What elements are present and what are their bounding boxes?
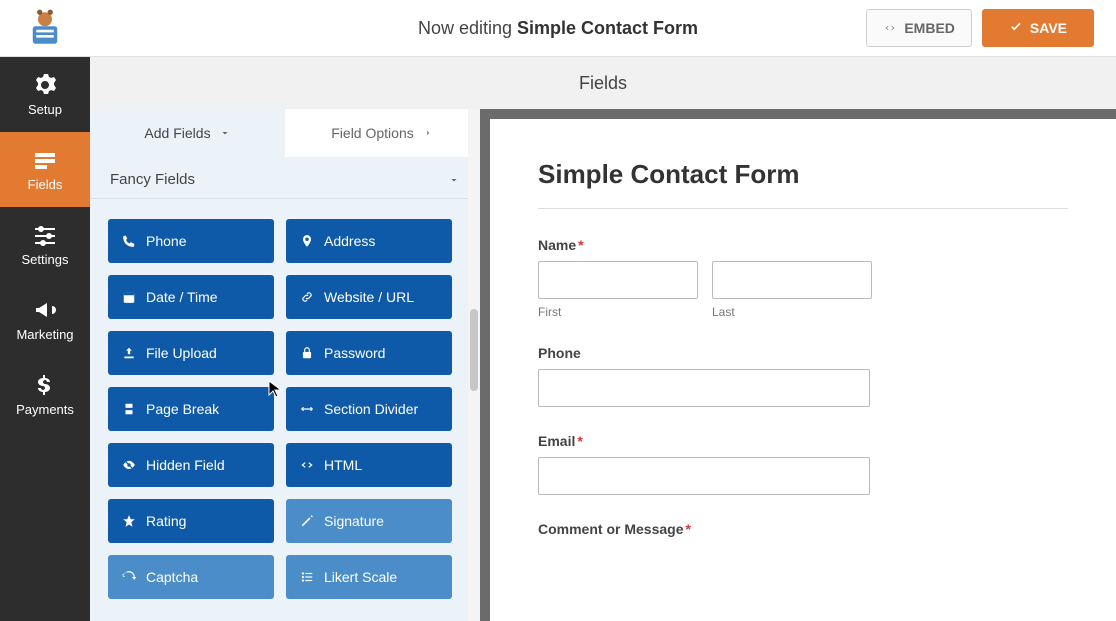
accordion-fancy-fields[interactable]: Fancy Fields: [90, 157, 480, 199]
bullhorn-icon: [33, 298, 57, 322]
field-section-divider[interactable]: Section Divider: [286, 387, 452, 431]
field-panel: Add Fields Field Options Fancy Fields Ph…: [90, 109, 480, 621]
upload-icon: [122, 346, 136, 360]
phone-input[interactable]: [538, 369, 870, 407]
nav-payments[interactable]: Payments: [0, 357, 90, 432]
dollar-icon: [33, 373, 57, 397]
form-title: Simple Contact Form: [538, 159, 1068, 190]
field-captcha[interactable]: Captcha: [108, 555, 274, 599]
phone-icon: [122, 234, 136, 248]
field-file-upload[interactable]: File Upload: [108, 331, 274, 375]
nav-label: Payments: [16, 402, 74, 417]
sliders-icon: [33, 223, 57, 247]
embed-button[interactable]: EMBED: [866, 9, 972, 47]
field-password[interactable]: Password: [286, 331, 452, 375]
field-likert-scale[interactable]: Likert Scale: [286, 555, 452, 599]
first-name-input[interactable]: [538, 261, 698, 299]
wpforms-logo-icon: [24, 7, 66, 49]
check-icon: [1009, 21, 1023, 35]
nav-label: Settings: [22, 252, 69, 267]
nav-setup[interactable]: Setup: [0, 57, 90, 132]
calendar-icon: [122, 290, 136, 304]
page-break-icon: [122, 402, 136, 416]
field-website-url[interactable]: Website / URL: [286, 275, 452, 319]
form-icon: [33, 148, 57, 172]
chevron-down-icon: [448, 174, 460, 186]
comment-label: Comment or Message*: [538, 521, 1068, 537]
field-rating[interactable]: Rating: [108, 499, 274, 543]
pencil-icon: [300, 514, 314, 528]
first-sublabel: First: [538, 305, 698, 319]
field-phone-preview[interactable]: Phone: [538, 345, 1068, 407]
side-nav: Setup Fields Settings Marketing Payments: [0, 57, 90, 621]
name-label: Name*: [538, 237, 1068, 253]
nav-marketing[interactable]: Marketing: [0, 282, 90, 357]
refresh-icon: [122, 570, 136, 584]
code-icon: [300, 458, 314, 472]
field-address[interactable]: Address: [286, 219, 452, 263]
chevron-right-icon: [422, 127, 434, 139]
phone-label: Phone: [538, 345, 1068, 361]
lock-icon: [300, 346, 314, 360]
nav-label: Setup: [28, 102, 62, 117]
logo: [0, 7, 90, 49]
save-button[interactable]: SAVE: [982, 9, 1094, 47]
form-preview: Simple Contact Form Name* First Last: [480, 109, 1116, 621]
pin-icon: [300, 234, 314, 248]
scrollbar-thumb[interactable]: [470, 309, 478, 391]
divider: [538, 208, 1068, 209]
field-hidden-field[interactable]: Hidden Field: [108, 443, 274, 487]
builder-header: Fields: [90, 57, 1116, 109]
star-icon: [122, 514, 136, 528]
last-name-input[interactable]: [712, 261, 872, 299]
field-page-break[interactable]: Page Break: [108, 387, 274, 431]
last-sublabel: Last: [712, 305, 872, 319]
field-comment-preview[interactable]: Comment or Message*: [538, 521, 1068, 537]
field-signature[interactable]: Signature: [286, 499, 452, 543]
email-label: Email*: [538, 433, 1068, 449]
nav-label: Fields: [28, 177, 63, 192]
scrollbar[interactable]: [468, 109, 480, 621]
divider-icon: [300, 402, 314, 416]
link-icon: [300, 290, 314, 304]
tab-field-options[interactable]: Field Options: [285, 109, 480, 157]
field-email-preview[interactable]: Email*: [538, 433, 1068, 495]
nav-settings[interactable]: Settings: [0, 207, 90, 282]
field-date-time[interactable]: Date / Time: [108, 275, 274, 319]
nav-fields[interactable]: Fields: [0, 132, 90, 207]
eye-slash-icon: [122, 458, 136, 472]
email-input[interactable]: [538, 457, 870, 495]
page-title: Now editing Simple Contact Form: [418, 18, 698, 39]
field-name[interactable]: Name* First Last: [538, 237, 1068, 319]
field-html[interactable]: HTML: [286, 443, 452, 487]
list-icon: [300, 570, 314, 584]
tab-add-fields[interactable]: Add Fields: [90, 109, 285, 157]
gear-icon: [33, 73, 57, 97]
nav-label: Marketing: [16, 327, 73, 342]
code-icon: [883, 21, 897, 35]
chevron-down-icon: [219, 127, 231, 139]
field-phone[interactable]: Phone: [108, 219, 274, 263]
